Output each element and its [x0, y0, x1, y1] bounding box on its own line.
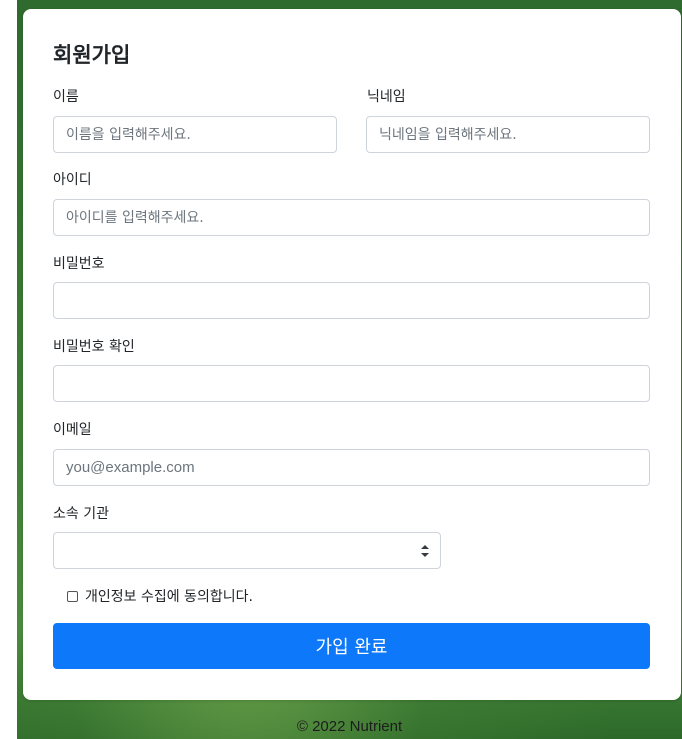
user-id-input[interactable] — [53, 199, 650, 236]
affiliation-select[interactable] — [53, 532, 441, 569]
nickname-input[interactable] — [366, 116, 650, 153]
email-input[interactable] — [53, 449, 650, 486]
page-title: 회원가입 — [53, 43, 131, 67]
privacy-consent-label: 개인정보 수집에 동의합니다. — [85, 589, 253, 605]
password-label: 비밀번호 — [53, 256, 105, 272]
footer-copyright: © 2022 Nutrient — [296, 718, 403, 735]
password-confirm-label: 비밀번호 확인 — [53, 339, 135, 355]
privacy-consent-checkbox[interactable] — [67, 590, 78, 602]
nickname-label: 닉네임 — [367, 89, 406, 105]
password-input[interactable] — [53, 282, 650, 319]
password-confirm-input[interactable] — [53, 365, 650, 402]
submit-button[interactable]: 가입 완료 — [53, 623, 650, 669]
user-id-label: 아이디 — [53, 172, 92, 188]
name-input[interactable] — [53, 116, 337, 153]
privacy-consent-row[interactable]: 개인정보 수집에 동의합니다. — [67, 586, 253, 606]
select-arrows-icon — [421, 545, 429, 557]
email-label: 이메일 — [53, 422, 92, 438]
name-label: 이름 — [53, 89, 79, 105]
affiliation-label: 소속 기관 — [53, 506, 109, 522]
